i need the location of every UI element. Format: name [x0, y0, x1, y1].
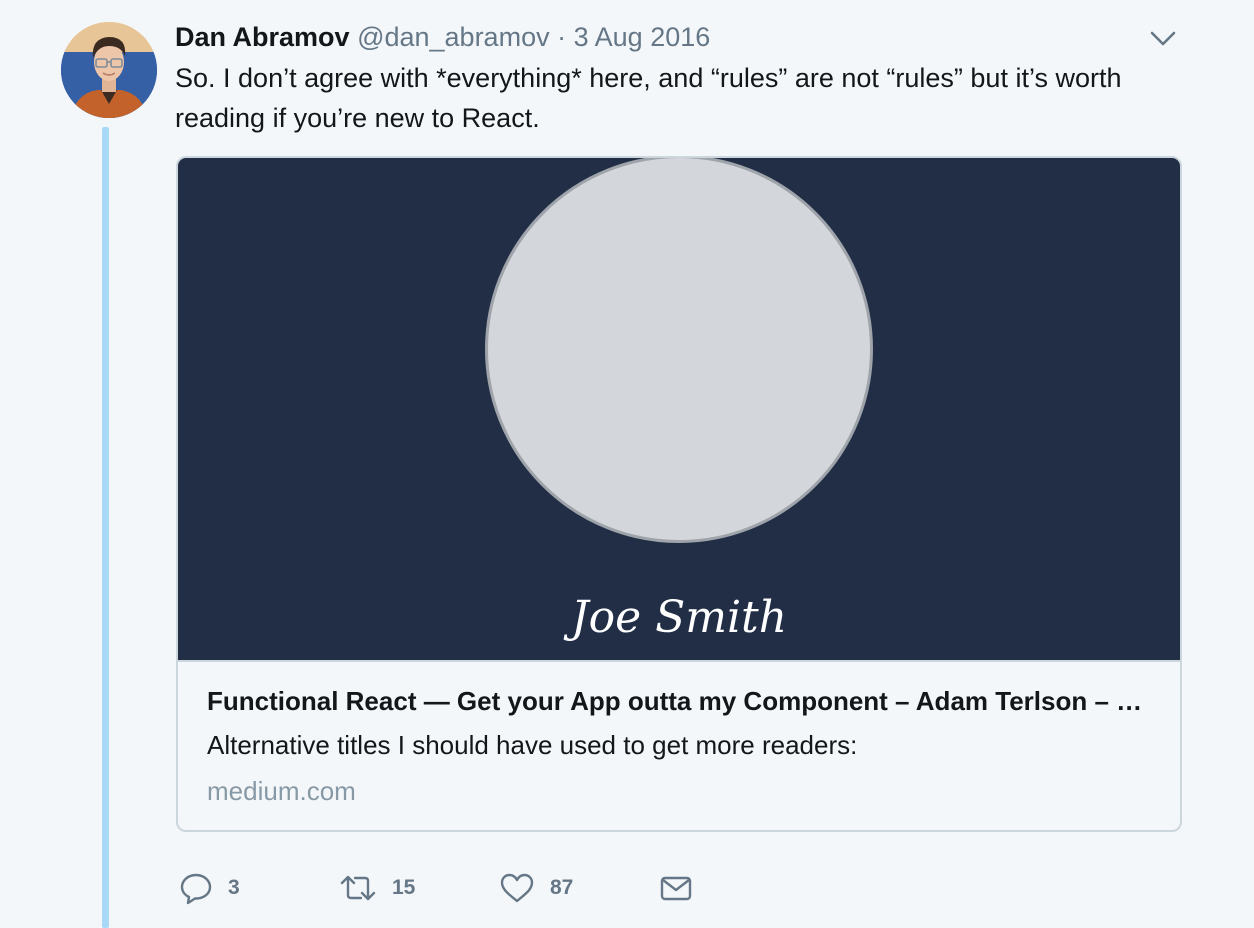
card-domain: medium.com — [207, 776, 356, 806]
direct-message-button[interactable] — [658, 866, 694, 910]
retweet-button[interactable]: 15 — [338, 866, 415, 910]
tweet-date[interactable]: 3 Aug 2016 — [574, 22, 711, 52]
thread-line — [102, 127, 109, 928]
tweet-options-button[interactable] — [1148, 26, 1178, 50]
like-count: 87 — [550, 876, 574, 899]
envelope-icon — [660, 876, 692, 901]
card-image-caption: Joe Smith — [570, 592, 788, 643]
reply-button[interactable]: 3 — [178, 866, 240, 910]
retweet-count: 15 — [392, 876, 416, 899]
card-title: Functional React — Get your App outta my… — [207, 686, 1157, 716]
chevron-down-icon — [1150, 31, 1176, 46]
tweet: Dan Abramov @dan_abramov · 3 Aug 2016 So… — [0, 0, 1254, 928]
link-card[interactable]: Joe Smith Functional React — Get your Ap… — [176, 156, 1182, 832]
card-image-circle — [485, 158, 873, 543]
card-image: Joe Smith — [178, 158, 1180, 660]
like-button[interactable]: 87 — [498, 866, 573, 910]
author-handle[interactable]: @dan_abramov — [357, 22, 550, 52]
reply-count: 3 — [228, 876, 240, 899]
retweet-icon — [340, 875, 376, 901]
tweet-actions: 3 15 87 — [178, 866, 718, 910]
header-separator: · — [557, 22, 567, 52]
tweet-header: Dan Abramov @dan_abramov · 3 Aug 2016 — [175, 20, 710, 54]
card-divider — [178, 660, 1180, 662]
reply-icon — [180, 873, 212, 905]
card-description: Alternative titles I should have used to… — [207, 730, 858, 760]
author-name[interactable]: Dan Abramov — [175, 22, 350, 52]
tweet-text: So. I don’t agree with *everything* here… — [175, 63, 1122, 133]
heart-icon — [500, 873, 534, 903]
avatar[interactable] — [61, 22, 157, 118]
avatar-portrait — [61, 22, 157, 118]
